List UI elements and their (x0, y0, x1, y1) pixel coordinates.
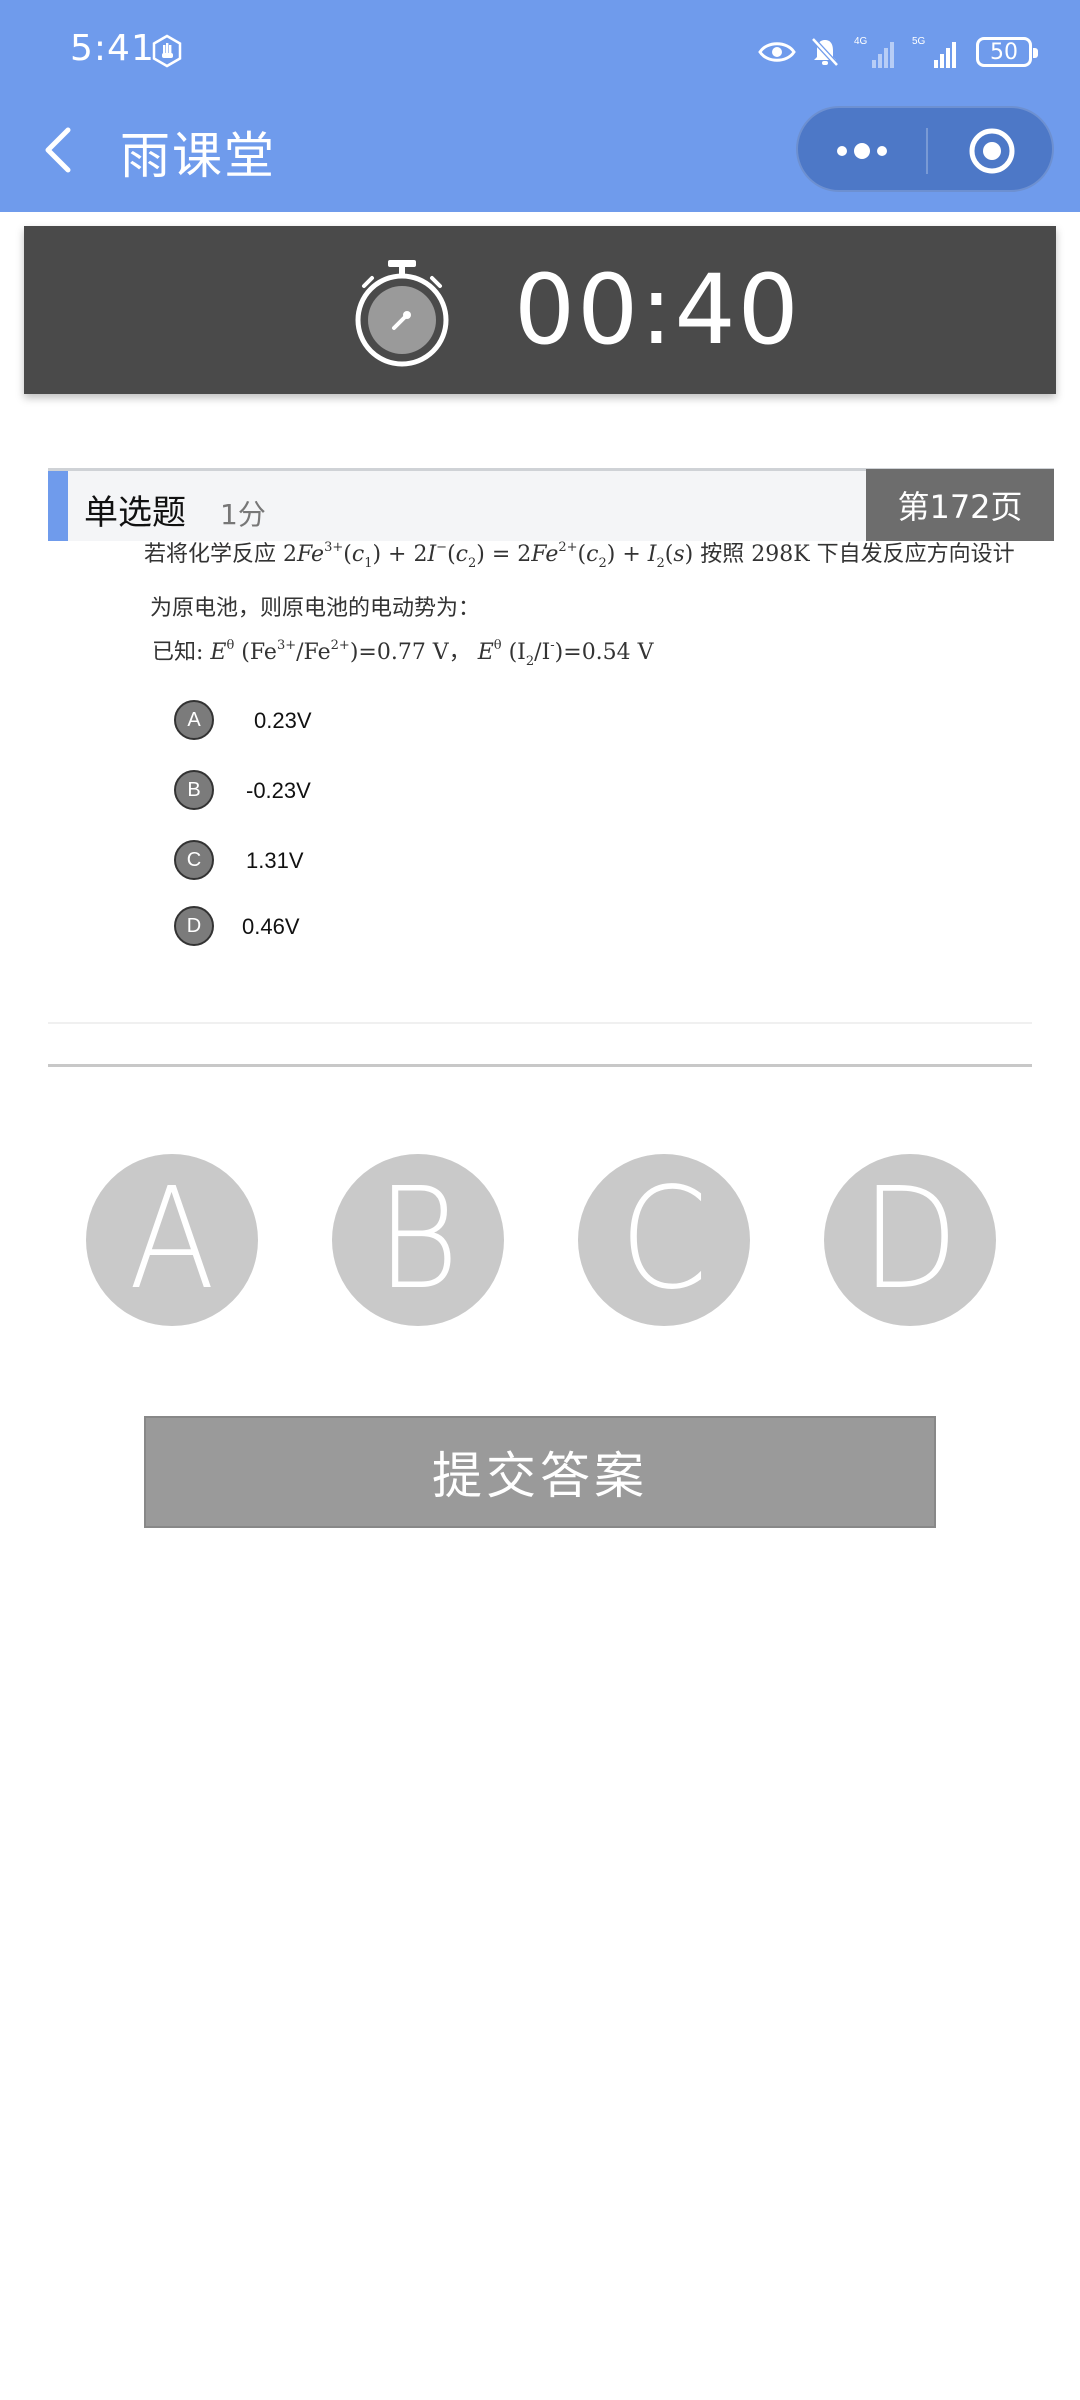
status-icons: 4G 5G 50 (758, 30, 1038, 74)
answer-button-c[interactable]: C (578, 1154, 750, 1326)
answer-a-label: A (128, 1158, 216, 1321)
option-d-badge: D (174, 906, 214, 946)
option-b-text: -0.23V (246, 778, 311, 803)
close-target-icon (969, 128, 1015, 174)
accent-bar (48, 471, 68, 541)
signal-icon-1: 4G (854, 34, 898, 70)
more-button[interactable] (798, 108, 926, 194)
back-button[interactable] (36, 118, 80, 182)
back-icon (45, 127, 71, 173)
page-number: 第172页 (866, 469, 1054, 541)
timer-text: 00:40 (514, 254, 801, 366)
divider (48, 1064, 1032, 1067)
battery-indicator: 50 (976, 37, 1038, 67)
answer-b-label: B (376, 1158, 460, 1321)
bell-muted-icon (810, 36, 840, 68)
countdown-timer: 00:40 (24, 226, 1056, 394)
answer-button-d[interactable]: D (824, 1154, 996, 1326)
option-a-badge: A (174, 700, 214, 740)
close-button[interactable] (928, 108, 1056, 194)
top-bar: 5:41 4G 5G 50 雨课堂 (0, 0, 1080, 212)
question-type: 单选题 (84, 493, 186, 533)
app-title: 雨课堂 (120, 127, 276, 185)
eye-icon (758, 39, 796, 65)
question-header: 单选题 1分 第172页 (48, 468, 1054, 541)
more-icon (837, 143, 887, 159)
answer-button-a[interactable]: A (86, 1154, 258, 1326)
question-line-3: 已知: Eθ (Fe3+/Fe2+)=0.77 V， Eθ (I2/I-)=0.… (152, 638, 654, 669)
option-b-badge: B (174, 770, 214, 810)
svg-text:4G: 4G (854, 36, 868, 47)
option-d-text: 0.46V (242, 914, 300, 939)
option-a-text: 0.23V (254, 708, 312, 733)
answer-button-b[interactable]: B (332, 1154, 504, 1326)
signal-icon-2: 5G (912, 34, 962, 70)
submit-answer-button[interactable]: 提交答案 (144, 1416, 936, 1528)
menu-capsule (796, 106, 1054, 192)
answer-d-label: D (861, 1158, 959, 1321)
question-line-1: 若将化学反应 2Fe3+(c1) + 2I−(c2) = 2Fe2+(c2) +… (144, 540, 1015, 571)
option-c-badge: C (174, 840, 214, 880)
question-line-2: 为原电池，则原电池的电动势为： (150, 596, 481, 621)
answer-c-label: C (619, 1158, 708, 1321)
app-root: 5:41 4G 5G 50 雨课堂 00:40 单选题 1分 第172页 若将化… (0, 0, 1080, 2400)
option-c-text: 1.31V (246, 848, 304, 873)
svg-text:5G: 5G (912, 36, 926, 47)
divider-light (48, 1022, 1032, 1024)
stopwatch-icon (355, 260, 449, 367)
hand-icon (152, 34, 182, 68)
status-time: 5:41 (70, 28, 155, 69)
question-score: 1分 (220, 498, 266, 531)
